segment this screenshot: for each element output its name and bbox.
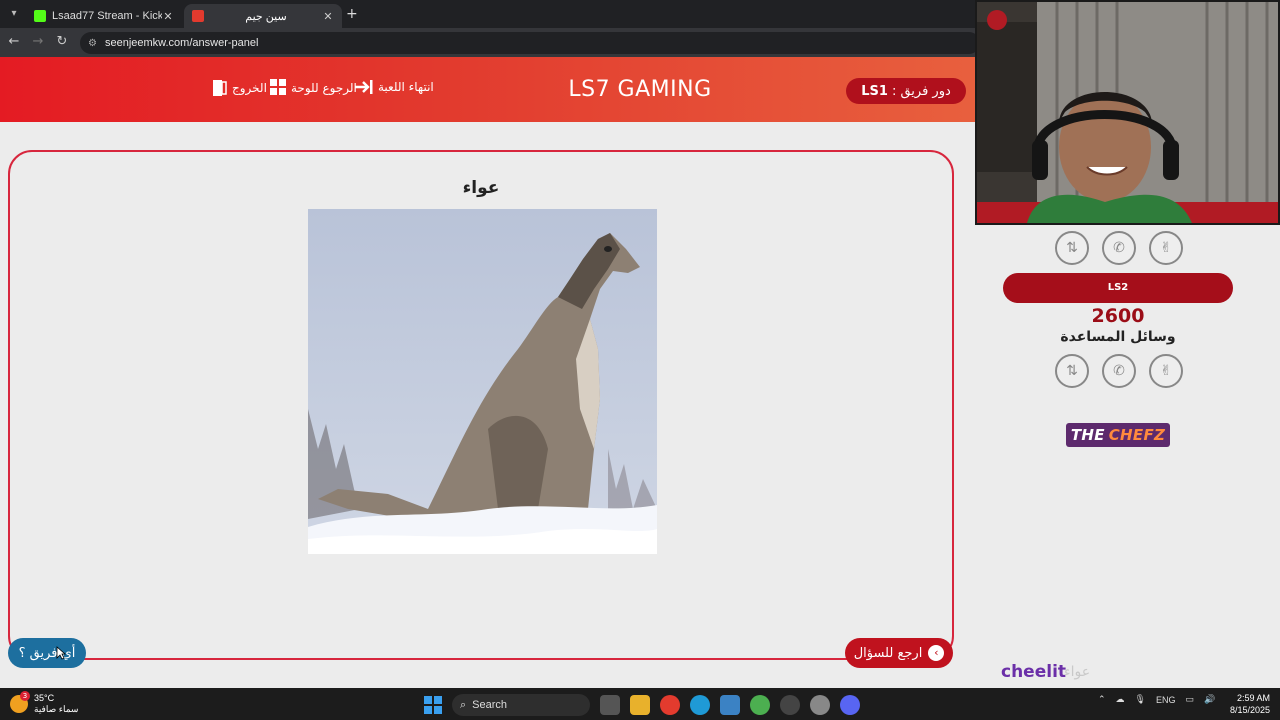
phone-icon[interactable]: ✆: [1102, 354, 1136, 388]
aids-label: وسائل المساعدة: [1060, 329, 1176, 345]
which-team-label: أي فريق ؟: [18, 645, 76, 661]
forward-arrow-icon[interactable]: →: [30, 34, 46, 49]
seenjeem-favicon-icon: [192, 10, 204, 22]
webcam-overlay: [975, 0, 1280, 225]
weather-condition: سماء صافية: [34, 704, 79, 714]
kick-favicon-icon: [34, 10, 46, 22]
tab-seen-jeem[interactable]: سين جيم ✕: [184, 4, 342, 28]
edge-icon[interactable]: [690, 695, 710, 715]
exit-label: الخروج: [232, 81, 267, 95]
end-game-button[interactable]: انتهاء اللعبة: [354, 79, 434, 95]
double-answer-icon[interactable]: ⇅: [1055, 354, 1089, 388]
system-clock[interactable]: 2:59 AM 8/15/2025: [1226, 692, 1270, 716]
file-explorer-icon[interactable]: [630, 695, 650, 715]
chevron-left-icon: ‹: [928, 645, 945, 661]
turn-label: دور فريق :: [891, 83, 951, 99]
end-game-label: انتهاء اللعبة: [378, 80, 434, 94]
discord-icon[interactable]: [840, 695, 860, 715]
site-info-icon[interactable]: ⚙: [88, 38, 97, 49]
microphone-icon[interactable]: 🎙: [1135, 694, 1146, 705]
volume-icon[interactable]: 🔊: [1204, 694, 1215, 705]
chevron-up-icon[interactable]: ⌃: [1098, 694, 1106, 705]
back-arrow-icon[interactable]: ←: [6, 34, 22, 49]
team-name-badge: LS2: [1003, 273, 1233, 303]
cheelit-logo: cheelit: [1001, 662, 1067, 682]
store-icon[interactable]: [720, 695, 740, 715]
tab-title: Lsaad77 Stream - Kick Dashboa: [52, 10, 162, 22]
url-text: seenjeemkw.com/answer-panel: [104, 37, 259, 49]
tab-search-icon[interactable]: ▾: [6, 6, 22, 22]
back-to-question-button[interactable]: ارجع للسؤال ‹: [845, 638, 953, 668]
close-tab-icon[interactable]: ✕: [322, 10, 334, 23]
weather-temp: 35°C: [34, 693, 55, 703]
watermark-text: عواء: [1064, 664, 1091, 680]
peace-hand-icon[interactable]: ✌: [1149, 231, 1183, 265]
obs-icon[interactable]: [780, 695, 800, 715]
display-icon[interactable]: ▭: [1186, 694, 1195, 705]
taskbar-search[interactable]: ⌕ Search: [452, 694, 590, 716]
team-score: 2600: [1091, 305, 1145, 327]
team-turn-badge: دور فريق : LS1: [846, 78, 966, 104]
windows-taskbar: 3 35°C سماء صافية ⌕ Search ⌃ ☁ 🎙 ENG ▭ 🔊…: [0, 688, 1280, 720]
exit-door-icon: [213, 80, 227, 96]
taskbar-apps: ⌕ Search: [424, 694, 860, 716]
weather-badge: 3: [20, 691, 30, 701]
which-team-button[interactable]: أي فريق ؟: [8, 638, 86, 668]
exit-button[interactable]: الخروج: [212, 79, 267, 97]
chrome-icon[interactable]: [660, 695, 680, 715]
weather-widget[interactable]: 3 35°C سماء صافية: [10, 691, 79, 715]
clock-date: 8/15/2025: [1229, 705, 1270, 715]
peace-hand-icon[interactable]: ✌: [1149, 354, 1183, 388]
back-to-question-label: ارجع للسؤال: [853, 645, 923, 661]
new-tab-button[interactable]: +: [346, 6, 358, 22]
language-indicator[interactable]: ENG: [1156, 695, 1176, 705]
address-bar[interactable]: ⚙ seenjeemkw.com/answer-panel: [80, 32, 980, 54]
windows-start-icon[interactable]: [424, 696, 442, 714]
back-to-board-label: الرجوع للوحة: [291, 80, 357, 95]
team2-aids: ⇅ ✆ ✌: [1055, 354, 1183, 388]
reload-icon[interactable]: ↻: [54, 34, 70, 49]
sun-icon: 3: [10, 691, 30, 713]
chrome-profile-icon[interactable]: [750, 695, 770, 715]
team1-aids: ⇅ ✆ ✌: [1055, 231, 1183, 265]
task-view-icon[interactable]: [600, 695, 620, 715]
search-icon: ⌕: [460, 698, 467, 711]
system-tray: ⌃ ☁ 🎙 ENG ▭ 🔊: [1098, 694, 1215, 705]
chefz-name: CHEFZ: [1108, 426, 1166, 444]
game-header: الخروج الرجوع للوحة انتهاء اللعبة LS7 GA…: [0, 57, 980, 122]
phone-icon[interactable]: ✆: [1102, 231, 1136, 265]
grid-icon: [270, 79, 286, 95]
settings-gear-icon[interactable]: [810, 695, 830, 715]
back-to-board-button[interactable]: الرجوع للوحة: [270, 79, 357, 96]
page-title: LS7 GAMING: [568, 77, 712, 102]
turn-team: LS1: [861, 83, 888, 99]
tab-title: سين جيم: [245, 10, 287, 23]
close-tab-icon[interactable]: ✕: [162, 10, 174, 23]
double-answer-icon[interactable]: ⇅: [1055, 231, 1089, 265]
the-chefz-logo: THE CHEFZ: [1066, 423, 1170, 447]
tab-kick-dashboard[interactable]: Lsaad77 Stream - Kick Dashboa ✕: [26, 4, 182, 28]
network-icon[interactable]: ☁: [1116, 694, 1125, 705]
answer-panel: عواء: [8, 150, 954, 660]
answer-text: عواء: [462, 178, 500, 198]
chefz-the: THE: [1070, 426, 1105, 444]
howling-wolf-image: [308, 209, 657, 554]
arrow-to-bar-icon: [355, 80, 373, 94]
search-label: Search: [472, 699, 508, 711]
clock-time: 2:59 AM: [1236, 693, 1270, 703]
mouse-cursor-icon: [56, 646, 66, 660]
